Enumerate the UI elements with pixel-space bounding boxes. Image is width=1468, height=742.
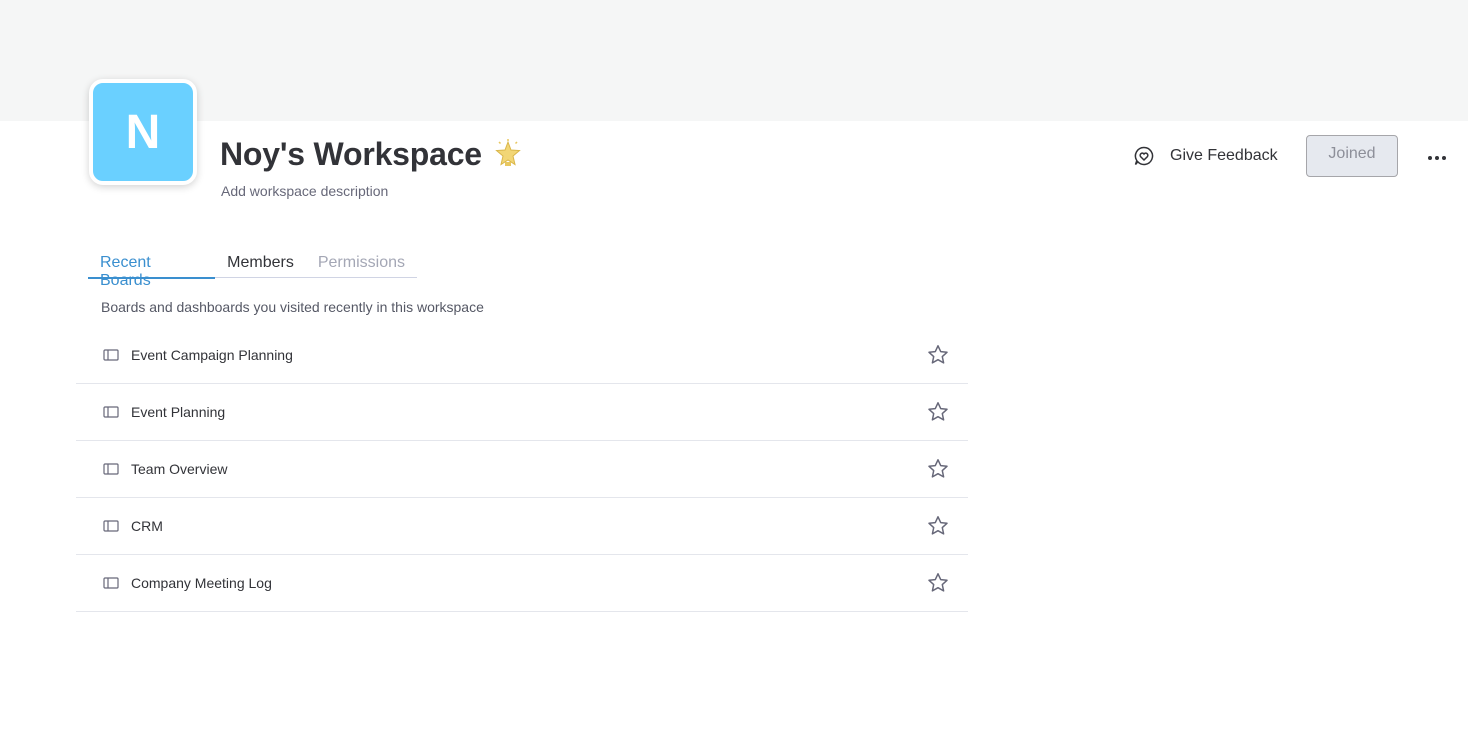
- give-feedback-label: Give Feedback: [1170, 147, 1278, 164]
- workspace-title[interactable]: Noy's Workspace: [220, 136, 482, 173]
- star-outline-icon[interactable]: [926, 400, 950, 424]
- star-outline-icon[interactable]: [926, 343, 950, 367]
- board-row[interactable]: Event Campaign Planning: [76, 327, 968, 384]
- board-name: Team Overview: [131, 461, 228, 477]
- main-workspace-star-icon: [492, 138, 524, 170]
- tab-recent-boards[interactable]: Recent Boards: [88, 248, 216, 289]
- give-feedback-button[interactable]: Give Feedback: [1132, 143, 1278, 169]
- board-name: Event Campaign Planning: [131, 347, 293, 363]
- tab-members[interactable]: Members: [215, 248, 306, 278]
- board-row[interactable]: Team Overview: [76, 441, 968, 498]
- star-outline-icon[interactable]: [926, 457, 950, 481]
- star-outline-icon[interactable]: [926, 571, 950, 595]
- recent-boards-subtitle: Boards and dashboards you visited recent…: [101, 299, 484, 315]
- workspace-title-row: Noy's Workspace: [220, 133, 524, 175]
- board-name: Event Planning: [131, 404, 226, 420]
- board-row[interactable]: CRM: [76, 498, 968, 555]
- workspace-tabs: Recent Boards Members Permissions: [88, 248, 417, 289]
- star-outline-icon[interactable]: [926, 514, 950, 538]
- board-icon: [103, 462, 119, 476]
- board-icon: [103, 576, 119, 590]
- feedback-heart-icon: [1132, 144, 1156, 168]
- board-icon: [103, 348, 119, 362]
- board-icon: [103, 519, 119, 533]
- recent-boards-list: Event Campaign Planning Event Planning T…: [76, 327, 968, 612]
- more-options-button[interactable]: [1422, 144, 1452, 170]
- board-name: Company Meeting Log: [131, 575, 272, 591]
- board-icon: [103, 405, 119, 419]
- avatar-letter: N: [125, 105, 161, 159]
- board-name: CRM: [131, 518, 163, 534]
- joined-button[interactable]: Joined: [1306, 135, 1398, 177]
- board-row[interactable]: Company Meeting Log: [76, 555, 968, 612]
- board-row[interactable]: Event Planning: [76, 384, 968, 441]
- tab-permissions[interactable]: Permissions: [306, 248, 417, 278]
- workspace-avatar[interactable]: N: [89, 79, 197, 185]
- workspace-description[interactable]: Add workspace description: [221, 183, 388, 199]
- workspace-banner: [0, 0, 1468, 121]
- ellipsis-icon: [1427, 148, 1447, 166]
